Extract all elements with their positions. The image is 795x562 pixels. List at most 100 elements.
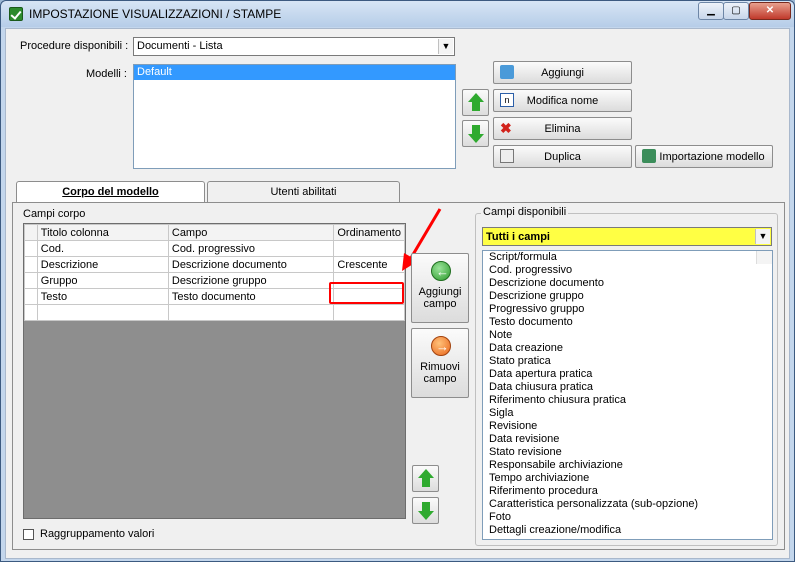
tab-utenti-abilitati[interactable]: Utenti abilitati bbox=[207, 181, 400, 203]
scrollbar[interactable] bbox=[756, 251, 772, 264]
column-header[interactable]: Titolo colonna bbox=[36, 224, 169, 241]
arrow-up-stem bbox=[472, 102, 480, 111]
table-cell[interactable]: Testo bbox=[36, 288, 169, 305]
column-header[interactable]: Ordinamento bbox=[333, 224, 405, 241]
available-field-item[interactable]: Stato revisione bbox=[486, 446, 772, 459]
available-field-item[interactable]: Data creazione bbox=[486, 342, 772, 355]
arrow-up-icon bbox=[418, 469, 434, 478]
model-item[interactable]: Default bbox=[134, 65, 455, 80]
arrow-up-icon bbox=[468, 93, 484, 102]
available-field-item[interactable]: Responsabile archiviazione bbox=[486, 459, 772, 472]
available-field-item[interactable]: Data revisione bbox=[486, 433, 772, 446]
row-selector[interactable] bbox=[24, 272, 38, 289]
table-row[interactable]: Cod. Cod. progressivo bbox=[24, 240, 405, 257]
available-field-item[interactable]: Foto bbox=[486, 511, 772, 524]
add-field-label: Aggiungi campo bbox=[418, 286, 462, 310]
app-check-icon bbox=[9, 7, 23, 21]
column-header[interactable]: Campo bbox=[167, 224, 335, 241]
import-model-label: Importazione modello bbox=[659, 151, 765, 163]
model-move-down-button[interactable] bbox=[462, 120, 489, 147]
rename-model-label: Modifica nome bbox=[526, 95, 599, 107]
table-cell[interactable]: Gruppo bbox=[36, 272, 169, 289]
table-cell[interactable] bbox=[36, 304, 169, 321]
app-window: IMPOSTAZIONE VISUALIZZAZIONI / STAMPE ▁ … bbox=[0, 0, 795, 562]
add-field-button[interactable]: ← Aggiungi campo bbox=[411, 253, 469, 323]
row-selector[interactable] bbox=[24, 240, 38, 257]
procedure-value: Documenti - Lista bbox=[137, 40, 223, 52]
dialog-body: Procedure disponibili : Documenti - List… bbox=[5, 28, 790, 559]
arrow-down-stem bbox=[472, 125, 480, 134]
available-field-item[interactable]: Note bbox=[486, 329, 772, 342]
available-field-item[interactable]: Data chiusura pratica bbox=[486, 381, 772, 394]
table-cell[interactable]: Descrizione bbox=[36, 256, 169, 273]
remove-field-button[interactable]: → Rimuovi campo bbox=[411, 328, 469, 398]
rename-model-button[interactable]: n Modifica nome bbox=[493, 89, 632, 112]
available-field-item[interactable]: Riferimento chiusura pratica bbox=[486, 394, 772, 407]
procedure-label: Procedure disponibili : bbox=[20, 40, 129, 52]
chevron-down-icon: ▼ bbox=[755, 229, 770, 244]
available-items-container: Script/formula Cod. progressivo Descrizion… bbox=[483, 251, 772, 536]
field-move-down-button[interactable] bbox=[412, 497, 439, 524]
table-cell[interactable]: Cod. bbox=[36, 240, 169, 257]
available-filter-value: Tutti i campi bbox=[486, 231, 550, 243]
available-field-item[interactable]: Cod. progressivo bbox=[486, 264, 772, 277]
table-row-new[interactable] bbox=[24, 304, 405, 321]
arrow-left-icon: ← bbox=[431, 261, 451, 281]
available-fields-group: Campi disponibili Tutti i campi ▼ Script… bbox=[475, 206, 778, 546]
tab-corpo-modello[interactable]: Corpo del modello bbox=[16, 181, 205, 203]
field-move-up-button[interactable] bbox=[412, 465, 439, 492]
available-fields-label: Campi disponibili bbox=[481, 206, 569, 218]
minimize-button[interactable]: ▁ bbox=[698, 2, 724, 20]
row-selector[interactable] bbox=[24, 288, 38, 305]
row-selector[interactable] bbox=[24, 304, 38, 321]
import-model-button[interactable]: Importazione modello bbox=[635, 145, 773, 168]
table-cell[interactable] bbox=[167, 304, 335, 321]
arrow-down-icon bbox=[468, 134, 484, 143]
add-model-button[interactable]: Aggiungi bbox=[493, 61, 632, 84]
body-fields-table: Titolo colonna Campo Ordinamento Cod. Co… bbox=[24, 224, 405, 321]
available-field-item[interactable]: Revisione bbox=[486, 420, 772, 433]
delete-model-button[interactable]: ✖ Elimina bbox=[493, 117, 632, 140]
model-move-up-button[interactable] bbox=[462, 89, 489, 116]
models-list[interactable]: Default bbox=[133, 64, 456, 169]
available-field-item[interactable]: Tempo archiviazione bbox=[486, 472, 772, 485]
table-cell[interactable] bbox=[333, 240, 405, 257]
table-cell[interactable]: Crescente bbox=[333, 256, 405, 273]
table-cell[interactable] bbox=[333, 304, 405, 321]
add-model-label: Aggiungi bbox=[541, 67, 584, 79]
available-field-item[interactable]: Progressivo gruppo bbox=[486, 303, 772, 316]
body-fields-label: Campi corpo bbox=[23, 208, 86, 220]
maximize-button[interactable]: ▢ bbox=[723, 2, 749, 20]
grouping-checkbox[interactable] bbox=[23, 529, 34, 540]
window-title: IMPOSTAZIONE VISUALIZZAZIONI / STAMPE bbox=[29, 7, 282, 21]
available-field-item[interactable]: Riferimento procedura bbox=[486, 485, 772, 498]
available-filter-select[interactable]: Tutti i campi ▼ bbox=[482, 227, 772, 246]
available-field-item[interactable]: Testo documento bbox=[486, 316, 772, 329]
row-selector[interactable] bbox=[24, 256, 38, 273]
procedure-select[interactable]: Documenti - Lista ▼ bbox=[133, 37, 455, 56]
table-cell[interactable]: Descrizione documento bbox=[167, 256, 335, 273]
arrow-up-stem bbox=[422, 478, 430, 487]
body-fields-grid[interactable]: Titolo colonna Campo Ordinamento Cod. Co… bbox=[23, 223, 406, 519]
available-field-item[interactable]: Script/formula bbox=[486, 251, 772, 264]
available-field-item[interactable]: Descrizione gruppo bbox=[486, 290, 772, 303]
table-row[interactable]: Descrizione Descrizione documento Cresce… bbox=[24, 256, 405, 273]
available-field-item[interactable]: Dettagli creazione/modifica bbox=[486, 524, 772, 537]
remove-field-label: Rimuovi campo bbox=[420, 361, 460, 385]
available-fields-list[interactable]: Script/formula Cod. progressivo Descrizion… bbox=[482, 250, 773, 540]
available-field-item[interactable]: Sigla bbox=[486, 407, 772, 420]
grouping-label: Raggruppamento valori bbox=[40, 528, 155, 540]
sort-cell-highlight bbox=[329, 282, 404, 304]
models-label: Modelli : bbox=[86, 68, 127, 80]
table-cell[interactable]: Descrizione gruppo bbox=[167, 272, 335, 289]
available-field-item[interactable]: Caratteristica personalizzata (sub-opzio… bbox=[486, 498, 772, 511]
arrow-right-icon: → bbox=[431, 336, 451, 356]
close-button[interactable]: ✕ bbox=[749, 2, 791, 20]
table-cell[interactable]: Testo documento bbox=[167, 288, 335, 305]
available-field-item[interactable]: Data apertura pratica bbox=[486, 368, 772, 381]
available-field-item[interactable]: Descrizione documento bbox=[486, 277, 772, 290]
title-bar: IMPOSTAZIONE VISUALIZZAZIONI / STAMPE ▁ … bbox=[1, 1, 794, 27]
duplicate-model-button[interactable]: Duplica bbox=[493, 145, 632, 168]
table-cell[interactable]: Cod. progressivo bbox=[167, 240, 335, 257]
available-field-item[interactable]: Stato pratica bbox=[486, 355, 772, 368]
